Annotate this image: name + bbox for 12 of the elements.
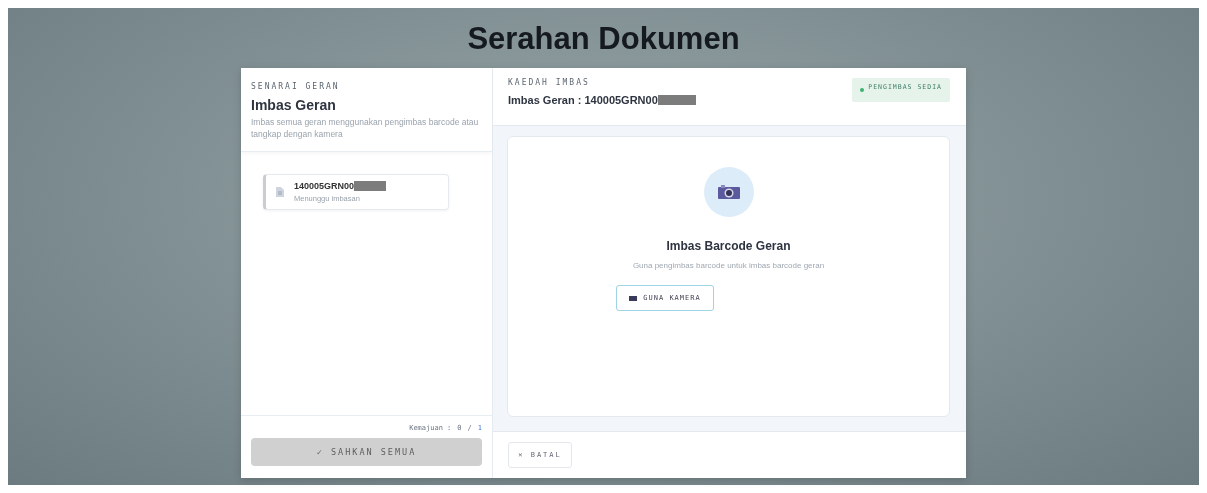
prompt-text: Guna pengimbas barcode untuk imbas barcode geran [632,261,825,270]
document-icon [276,186,284,197]
panel-title: Imbas Geran : 140005GRN00 [508,94,696,106]
prompt-title: Imbas Barcode Geran [666,239,791,253]
page-title: Serahan Dokumen [467,20,740,58]
panel-title: Imbas Geran [251,97,337,113]
panel-description: Imbas semua geran menggunakan pengimbas barcode atau tangkap dengan kamera [251,117,480,141]
section-label: KAEDAH IMBAS [508,78,591,87]
document-code: 140005GRN00 [294,180,387,191]
redaction-block [354,180,387,191]
redaction-block [657,95,696,105]
section-label: SENARAI GERAN [251,82,341,91]
